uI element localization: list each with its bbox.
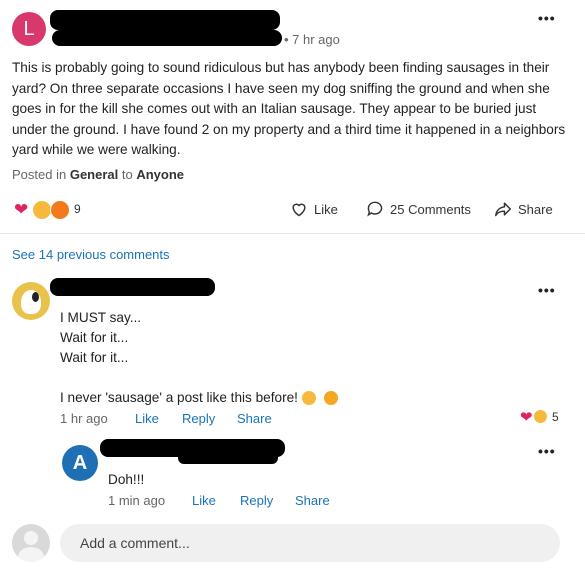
reply-avatar[interactable]: A: [62, 445, 98, 481]
reply-like-button[interactable]: Like: [192, 493, 216, 508]
comment-share-button[interactable]: Share: [237, 411, 272, 426]
reply-more-icon[interactable]: •••: [538, 443, 556, 459]
comment-blank-line: [60, 368, 338, 388]
comment-line-with-emoji: I never 'sausage' a post like this befor…: [60, 388, 338, 408]
laugh-emoji-icon: [32, 200, 52, 220]
redacted-commenter-name: [50, 278, 215, 296]
comment-more-icon[interactable]: •••: [538, 282, 556, 298]
comment-line: Wait for it...: [60, 350, 129, 365]
see-previous-comments-link[interactable]: See 14 previous comments: [12, 247, 170, 262]
share-arrow-icon: [494, 202, 511, 217]
add-comment-placeholder: Add a comment...: [80, 535, 190, 551]
comment-reactions[interactable]: ❤ 5: [520, 408, 570, 426]
comment-time: 1 hr ago: [60, 411, 108, 426]
post-reaction-count: 9: [74, 202, 81, 216]
share-label: Share: [518, 201, 553, 217]
posted-in-prefix: Posted in: [12, 167, 67, 182]
reply-share-button[interactable]: Share: [295, 493, 330, 508]
heart-icon: ❤: [520, 409, 533, 426]
post-body: This is probably going to sound ridiculo…: [12, 60, 566, 157]
post-time: • 7 hr ago: [284, 32, 340, 47]
comment-reply-button[interactable]: Reply: [182, 411, 215, 426]
current-user-avatar: [12, 524, 50, 562]
group-link[interactable]: General: [70, 167, 118, 182]
comments-button[interactable]: 25 Comments: [366, 201, 471, 217]
like-heart-icon: [292, 203, 306, 217]
author-avatar[interactable]: L: [12, 12, 46, 46]
share-button[interactable]: Share: [494, 201, 553, 217]
comment-avatar[interactable]: [12, 282, 50, 320]
to-word: to: [121, 167, 133, 182]
divider: [0, 233, 585, 234]
audience-label: Anyone: [136, 167, 185, 182]
wow-emoji-icon: [50, 200, 70, 220]
post-more-icon[interactable]: •••: [538, 10, 556, 26]
comment-like-button[interactable]: Like: [135, 411, 159, 426]
heart-icon: ❤: [14, 200, 29, 219]
comments-label: 25 Comments: [390, 201, 471, 217]
reply-reply-button[interactable]: Reply: [240, 493, 273, 508]
comment-line: I MUST say...: [60, 310, 142, 325]
post-time-text: 7 hr ago: [292, 32, 340, 47]
comment-body: I MUST say... Wait for it... Wait for it…: [60, 308, 338, 408]
avatar-initial: L: [23, 17, 35, 40]
comment-line-text: I never 'sausage' a post like this befor…: [60, 390, 298, 405]
comment-reaction-count: 5: [552, 410, 559, 424]
laugh-emoji-icon: [534, 410, 547, 423]
like-label: Like: [314, 201, 338, 217]
like-button[interactable]: Like: [290, 201, 338, 217]
redacted-reply-author-name-2: [178, 452, 278, 464]
comment-bubble-icon: [367, 201, 383, 217]
reply-body: Doh!!!: [108, 472, 145, 487]
post-reactions[interactable]: ❤ 9: [12, 197, 82, 221]
redacted-author-name-2: [52, 30, 282, 46]
redacted-author-name: [50, 10, 280, 30]
comment-line: Wait for it...: [60, 330, 129, 345]
posted-in: Posted in General to Anyone: [12, 167, 184, 182]
reply-avatar-initial: A: [72, 451, 88, 474]
reply-time: 1 min ago: [108, 493, 166, 508]
heart-eyes-emoji-icon: [323, 391, 338, 406]
rofl-emoji-icon: [301, 391, 316, 406]
add-comment-input[interactable]: Add a comment...: [60, 524, 560, 562]
